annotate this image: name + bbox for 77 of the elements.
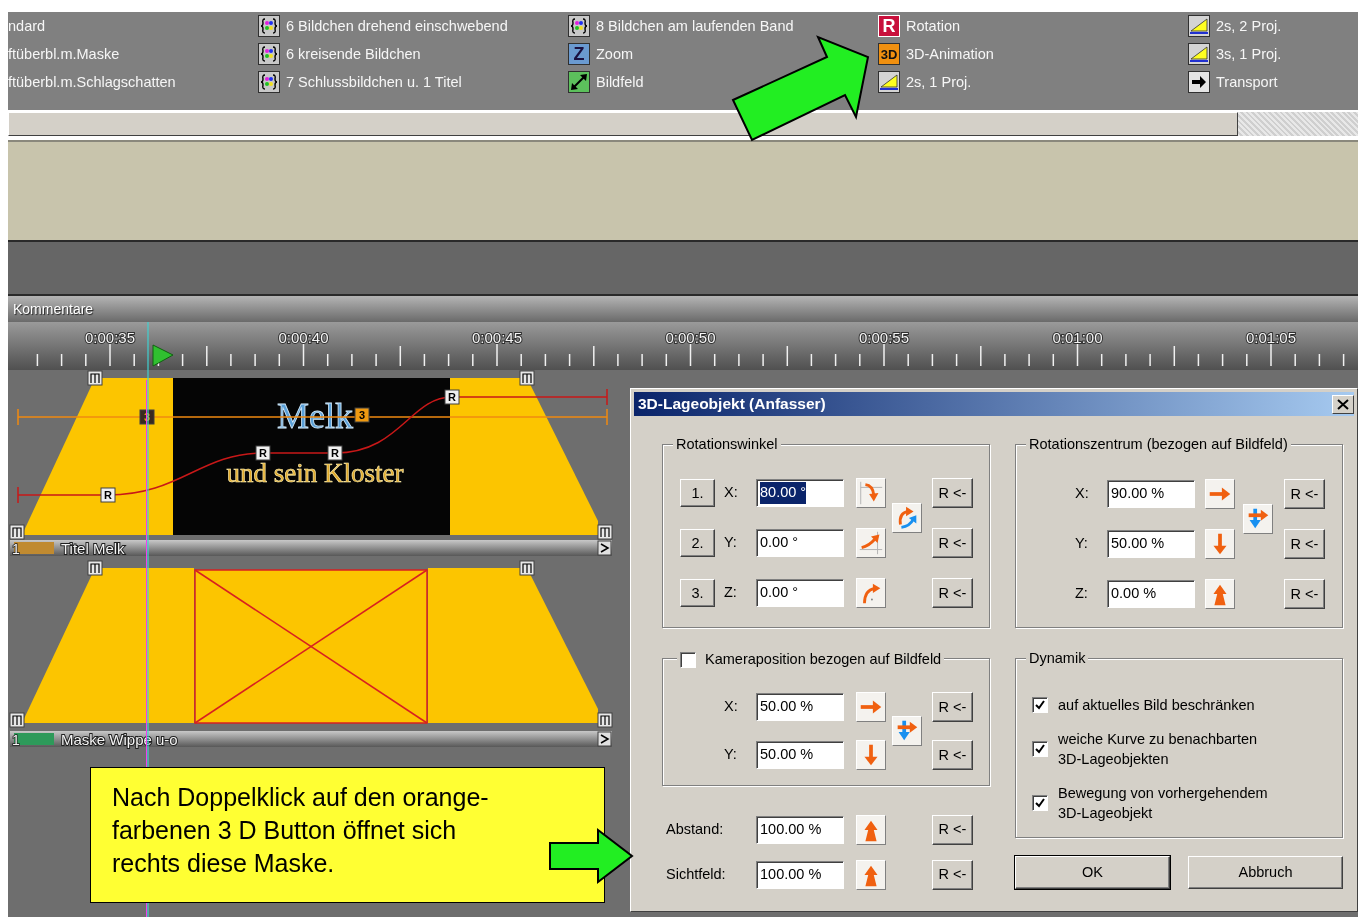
axis-label: X: bbox=[724, 697, 739, 717]
checkbox-label[interactable]: Bewegung von vorhergehendem 3D-Lageobjekt bbox=[1058, 783, 1268, 823]
axis-label: Z: bbox=[1075, 584, 1089, 604]
effect-item[interactable]: 2s, 2 Proj. bbox=[1216, 15, 1282, 37]
effect-item[interactable]: 3D-Animation bbox=[906, 43, 994, 65]
reset-button[interactable]: R <- bbox=[932, 578, 973, 608]
time-label: 0:01:05 bbox=[1246, 329, 1296, 346]
input-field[interactable]: 80.00 ° bbox=[756, 479, 844, 507]
effect-item[interactable]: ndard bbox=[8, 15, 46, 37]
axis-button[interactable]: 3. bbox=[680, 579, 715, 607]
keyframe-marker[interactable]: 3 bbox=[354, 407, 370, 423]
input-field[interactable]: 0.00 ° bbox=[756, 579, 844, 607]
effect-item[interactable]: ftüberbl.m.Schlagschatten bbox=[8, 71, 176, 93]
input-field[interactable]: 50.00 % bbox=[1107, 530, 1195, 558]
rotation-icon: R bbox=[878, 15, 900, 37]
comments-header: Kommentare bbox=[8, 296, 1358, 322]
3d-animation-icon: 3D bbox=[878, 43, 900, 65]
input-field[interactable]: 0.00 ° bbox=[756, 529, 844, 557]
reset-button[interactable]: R <- bbox=[932, 740, 973, 770]
dialog-button[interactable]: OK bbox=[1015, 856, 1170, 889]
dialog-title: 3D-Lageobjekt (Anfasser) bbox=[638, 394, 826, 415]
reset-button[interactable]: R <- bbox=[1284, 479, 1325, 509]
keyframe-marker[interactable]: R bbox=[255, 445, 271, 461]
reset-button[interactable]: R <- bbox=[932, 478, 973, 508]
axis-label: Z: bbox=[724, 583, 738, 603]
reset-button[interactable]: R <- bbox=[1284, 529, 1325, 559]
effect-item[interactable]: Rotation bbox=[906, 15, 960, 37]
callout-note: Nach Doppelklick auf den orange- farbenen 3 D Button öffnet sich rechts diese Maske. bbox=[90, 767, 605, 903]
effect-item[interactable]: 6 Bildchen drehend einschwebend bbox=[286, 15, 508, 37]
input-field[interactable]: 100.00 % bbox=[756, 860, 844, 889]
effect-item[interactable]: Bildfeld bbox=[596, 71, 644, 93]
time-label: 0:00:45 bbox=[472, 329, 522, 346]
reset-button[interactable]: R <- bbox=[1284, 579, 1325, 609]
checkbox-label[interactable]: auf aktuelles Bild beschränken bbox=[1058, 695, 1255, 715]
axis-label: X: bbox=[724, 483, 739, 503]
keyframe-marker[interactable]: R bbox=[327, 445, 343, 461]
reset-button[interactable]: R <- bbox=[932, 859, 973, 890]
group-title: Rotationszentrum (bezogen auf Bildfeld) bbox=[1026, 435, 1291, 453]
effect-item[interactable]: Zoom bbox=[596, 43, 634, 65]
reset-button[interactable]: R <- bbox=[932, 528, 973, 558]
group-title: Dynamik bbox=[1026, 649, 1089, 667]
track-number: 1 bbox=[12, 541, 20, 557]
reset-button[interactable]: R <- bbox=[932, 814, 973, 845]
input-field[interactable]: 90.00 % bbox=[1107, 480, 1195, 508]
checkbox-label[interactable]: weiche Kurve zu benachbarten 3D-Lageobjekten bbox=[1058, 729, 1258, 769]
effect-item[interactable]: 7 Schlussbildchen u. 1 Titel bbox=[286, 71, 462, 93]
axis-label: Y: bbox=[1075, 534, 1089, 554]
zoom-icon: Z bbox=[568, 43, 590, 65]
time-label: 0:00:40 bbox=[278, 329, 329, 346]
keyframe-marker[interactable]: R bbox=[444, 389, 460, 405]
input-field[interactable]: 100.00 % bbox=[756, 815, 844, 844]
track-number: 1 bbox=[12, 732, 20, 748]
time-label: 0:00:35 bbox=[85, 329, 135, 346]
dialog-button[interactable]: Abbruch bbox=[1188, 856, 1343, 889]
input-field[interactable]: 50.00 % bbox=[756, 741, 844, 769]
axis-label: Y: bbox=[724, 533, 738, 553]
preview-title-text: und sein Kloster bbox=[226, 458, 404, 488]
axis-label: Y: bbox=[724, 745, 738, 765]
effect-item[interactable]: 6 kreisende Bildchen bbox=[286, 43, 421, 65]
field-label: Abstand: bbox=[666, 819, 725, 839]
time-label: 0:00:55 bbox=[859, 329, 909, 346]
axis-button[interactable]: 1. bbox=[680, 479, 715, 507]
effect-item[interactable]: 8 Bildchen am laufenden Band bbox=[596, 15, 794, 37]
keyframe-marker[interactable]: R bbox=[100, 487, 116, 503]
field-label: Sichtfeld: bbox=[666, 864, 727, 884]
effect-item[interactable]: 2s, 1 Proj. bbox=[906, 71, 972, 93]
reset-button[interactable]: R <- bbox=[932, 692, 973, 722]
track-name: Titel Melk bbox=[61, 540, 125, 557]
effect-item[interactable]: Transport bbox=[1216, 71, 1278, 93]
input-field[interactable]: 50.00 % bbox=[756, 693, 844, 721]
time-label: 0:00:50 bbox=[665, 329, 716, 346]
axis-button[interactable]: 2. bbox=[680, 529, 715, 557]
effect-item[interactable]: ftüberbl.m.Maske bbox=[8, 43, 120, 65]
axis-label: X: bbox=[1075, 484, 1090, 504]
input-field[interactable]: 0.00 % bbox=[1107, 580, 1195, 608]
effect-item[interactable]: 3s, 1 Proj. bbox=[1216, 43, 1282, 65]
time-label: 0:01:00 bbox=[1052, 329, 1103, 346]
